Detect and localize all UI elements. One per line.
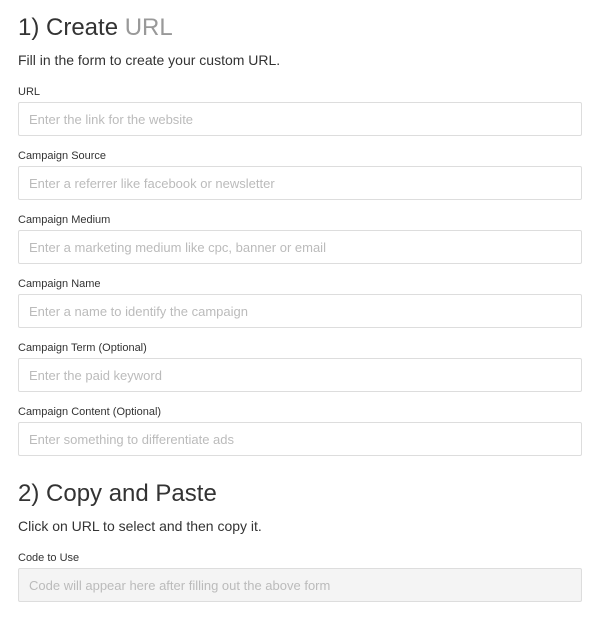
output-code-input[interactable] — [18, 568, 582, 602]
section1-heading-prefix: 1) Create — [18, 14, 125, 41]
url-input[interactable] — [18, 102, 582, 136]
source-label: Campaign Source — [18, 150, 582, 162]
section1-heading-highlight: URL — [125, 14, 173, 41]
name-label: Campaign Name — [18, 278, 582, 290]
section1-lead: Fill in the form to create your custom U… — [18, 52, 582, 68]
source-input[interactable] — [18, 166, 582, 200]
term-label: Campaign Term (Optional) — [18, 342, 582, 354]
content-label: Campaign Content (Optional) — [18, 406, 582, 418]
medium-input[interactable] — [18, 230, 582, 264]
name-input[interactable] — [18, 294, 582, 328]
medium-label: Campaign Medium — [18, 214, 582, 226]
section2-lead: Click on URL to select and then copy it. — [18, 518, 582, 534]
section2-heading: 2) Copy and Paste — [18, 480, 582, 508]
content-input[interactable] — [18, 422, 582, 456]
url-label: URL — [18, 86, 582, 98]
output-label: Code to Use — [18, 552, 582, 564]
section1-heading: 1) Create URL — [18, 14, 582, 42]
term-input[interactable] — [18, 358, 582, 392]
